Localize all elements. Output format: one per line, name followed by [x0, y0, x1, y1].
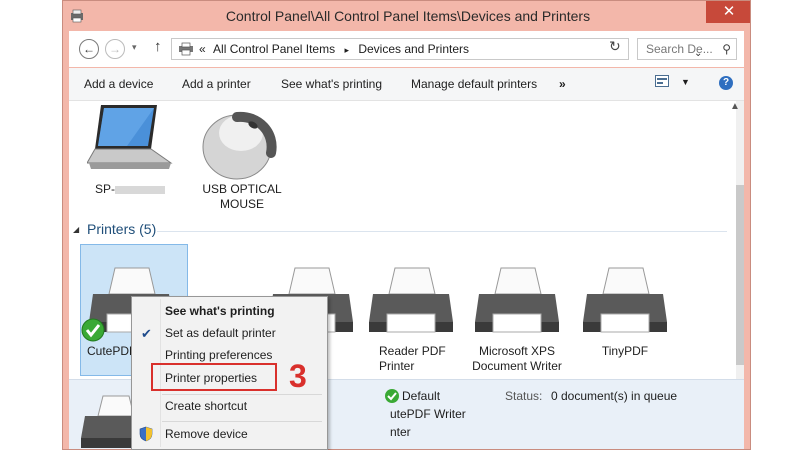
- xps-line2: Document Writer: [472, 359, 562, 373]
- view-dropdown-icon[interactable]: ▼: [681, 77, 690, 87]
- search-placeholder: Search De...: [646, 42, 713, 56]
- computer-label: SP-: [85, 182, 175, 197]
- details-default-check-icon: [385, 389, 399, 403]
- printer-label-reader-pdf: Reader PDF Printer: [379, 344, 459, 374]
- command-bar: Add a device Add a printer See what's pr…: [69, 68, 744, 101]
- add-printer-button[interactable]: Add a printer: [182, 77, 251, 91]
- breadcrumb: « All Control Panel Items ▸ Devices and …: [199, 42, 469, 56]
- collapse-arrow-icon[interactable]: ◢: [73, 225, 79, 234]
- breadcrumb-separator-icon[interactable]: ▸: [344, 45, 349, 55]
- checkmark-icon: ✔: [141, 326, 152, 341]
- change-view-icon[interactable]: [655, 75, 669, 90]
- help-icon[interactable]: ?: [719, 76, 733, 90]
- manage-default-printers-button[interactable]: Manage default printers: [411, 77, 537, 91]
- see-whats-printing-button[interactable]: See what's printing: [281, 77, 382, 91]
- menu-printing-preferences[interactable]: Printing preferences: [165, 348, 272, 362]
- devices-printers-app-icon: [71, 9, 83, 23]
- redacted-name-blur: [115, 185, 165, 194]
- details-status-value: 0 document(s) in queue: [551, 389, 678, 403]
- details-default-label: Default: [402, 389, 441, 403]
- details-printer-name: utePDF Writer: [390, 407, 466, 421]
- window-title: Control Panel\All Control Panel Items\De…: [225, 8, 591, 24]
- forward-button[interactable]: →: [105, 39, 125, 59]
- section-divider: [157, 231, 727, 232]
- close-button[interactable]: ✕: [706, 1, 750, 23]
- printer-label-tinypdf: TinyPDF: [601, 344, 649, 358]
- address-box[interactable]: « All Control Panel Items ▸ Devices and …: [171, 38, 702, 60]
- printer-icon-reader-pdf[interactable]: [365, 266, 457, 344]
- computer-name-text: SP-: [94, 182, 115, 196]
- more-commands-button[interactable]: »: [559, 77, 566, 91]
- back-button[interactable]: ←: [79, 39, 99, 59]
- outer-margin-left: [0, 0, 62, 450]
- reader-pdf-line2: Printer: [379, 359, 415, 373]
- scroll-up-icon[interactable]: ▲: [730, 101, 740, 112]
- vertical-scrollbar[interactable]: [736, 101, 744, 379]
- menu-remove-device[interactable]: Remove device: [165, 427, 248, 441]
- reader-pdf-line1: Reader PDF: [379, 344, 446, 358]
- address-bar: ← → ▾ ↑ « All Control Panel Items ▸ Devi…: [69, 31, 744, 67]
- forward-arrow-icon: →: [109, 42, 121, 56]
- menu-create-shortcut[interactable]: Create shortcut: [165, 399, 247, 413]
- details-printer-type: nter: [390, 425, 411, 439]
- breadcrumb-all-items[interactable]: All Control Panel Items: [213, 42, 335, 56]
- printer-icon-tinypdf[interactable]: [579, 266, 671, 344]
- laptop-icon[interactable]: [87, 103, 173, 177]
- refresh-icon[interactable]: ↻: [609, 38, 621, 55]
- menu-set-default-printer[interactable]: Set as default printer: [165, 326, 276, 340]
- printer-properties-highlight-box: [151, 363, 277, 391]
- uac-shield-icon: [139, 426, 153, 442]
- default-printer-check-icon: [81, 318, 105, 342]
- search-input[interactable]: Search De... ⚲: [637, 38, 737, 60]
- details-status-label: Status:: [505, 389, 543, 403]
- breadcrumb-prefix[interactable]: «: [199, 42, 206, 56]
- printers-section-heading[interactable]: Printers (5): [87, 221, 156, 237]
- mouse-label: USB OPTICAL MOUSE: [187, 182, 297, 212]
- breadcrumb-devices-printers[interactable]: Devices and Printers: [358, 42, 469, 56]
- printer-icon-microsoft-xps[interactable]: [471, 266, 563, 344]
- add-device-button[interactable]: Add a device: [84, 77, 153, 91]
- up-arrow-icon[interactable]: ↑: [154, 38, 162, 55]
- menu-separator-2: [162, 421, 322, 422]
- xps-line1: Microsoft XPS: [478, 344, 556, 358]
- mouse-icon[interactable]: [197, 105, 281, 183]
- search-icon[interactable]: ⚲: [722, 42, 731, 56]
- step-number-annotation: 3: [289, 358, 307, 394]
- outer-margin-right: [751, 0, 800, 450]
- recent-pages-chevron-icon[interactable]: ▾: [132, 42, 137, 53]
- scrollbar-thumb[interactable]: [736, 185, 744, 365]
- back-arrow-icon: ←: [83, 42, 95, 56]
- mouse-label-line1: USB OPTICAL: [202, 182, 282, 196]
- printer-location-icon: [179, 42, 193, 56]
- menu-see-whats-printing[interactable]: See what's printing: [165, 304, 275, 318]
- mouse-label-line2: MOUSE: [219, 197, 264, 211]
- printer-label-microsoft-xps: Microsoft XPS Document Writer: [461, 344, 573, 374]
- title-bar: Control Panel\All Control Panel Items\De…: [63, 1, 750, 31]
